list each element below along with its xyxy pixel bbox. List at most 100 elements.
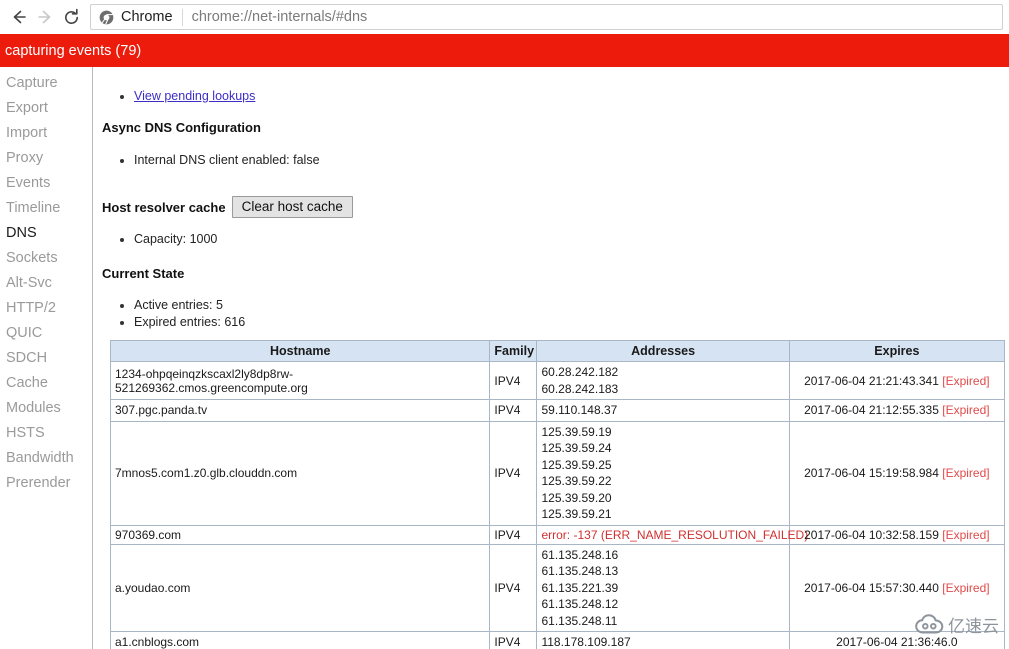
- address-line: 125.39.59.21: [541, 507, 612, 521]
- capturing-events-label: capturing events (79): [5, 42, 142, 59]
- table-header-expires: Expires: [788, 340, 1006, 362]
- capacity-list: Capacity: 1000: [94, 231, 217, 248]
- sidebar-item-export[interactable]: Export: [0, 96, 92, 121]
- expired-badge: [Expired]: [938, 373, 990, 388]
- cell-addresses: 125.39.59.19 125.39.59.24 125.39.59.25 125.…: [536, 420, 790, 526]
- cell-expires: 2017-06-04 15:19:58.984 [Expired]: [788, 420, 1006, 526]
- table-row: 307.pgc.panda.tv IPV4 59.110.148.37 2017-06…: [109, 399, 1006, 422]
- list-item: Active entries: 5: [134, 297, 245, 314]
- cell-addresses: 59.110.148.37: [536, 399, 790, 422]
- table-header-addresses: Addresses: [536, 340, 790, 362]
- clear-host-cache-button[interactable]: Clear host cache: [231, 196, 353, 218]
- address-line: 125.39.59.20: [541, 490, 612, 505]
- reload-icon: [64, 8, 78, 24]
- browser-toolbar: Chrome chrome://net-internals/#dns: [0, 0, 1009, 34]
- omnibox-url-text[interactable]: chrome://net-internals/#dns: [192, 9, 368, 25]
- sidebar-item-sockets[interactable]: Sockets: [0, 246, 92, 271]
- expires-timestamp: 2017-06-04 21:36:46.0: [836, 635, 958, 649]
- list-item: Internal DNS client enabled: false: [134, 152, 320, 169]
- async-dns-heading: Async DNS Configuration: [102, 120, 261, 135]
- sidebar-item-events[interactable]: Events: [0, 171, 92, 196]
- capturing-events-banner: capturing events (79): [0, 34, 1009, 67]
- expires-timestamp: 2017-06-04 21:21:43.341: [804, 373, 939, 388]
- cell-addresses: 60.28.242.182 60.28.242.183: [536, 361, 790, 400]
- list-item: View pending lookups: [134, 88, 255, 105]
- table-header-family: Family: [489, 340, 538, 362]
- async-dns-list: Internal DNS client enabled: false: [94, 152, 320, 169]
- expired-badge: [Expired]: [938, 466, 990, 480]
- expired-badge: [Expired]: [938, 580, 990, 595]
- cell-family: IPV4: [489, 543, 538, 632]
- dns-panel: View pending lookups Async DNS Configura…: [94, 67, 1009, 649]
- address-line: 61.135.248.16: [541, 547, 619, 562]
- host-cache-table: Hostname Family Addresses Expires 1234-ohpq…: [109, 340, 1006, 649]
- cell-addresses: error: -137 (ERR_NAME_RESOLUTION_FAILED): [536, 524, 809, 545]
- address-line: 59.110.148.37: [541, 403, 618, 417]
- resolution-error-text: error: -137 (ERR_NAME_RESOLUTION_FAILED): [541, 527, 809, 542]
- sidebar-nav: Capture Export Import Proxy Events Timeline DN…: [0, 67, 93, 649]
- address-bar[interactable]: Chrome chrome://net-internals/#dns: [90, 4, 1003, 30]
- list-item: Expired entries: 616: [134, 314, 245, 331]
- table-row: 1234-ohpqeinqzkscaxl2ly8dp8rw-521269362.…: [109, 361, 1006, 400]
- address-line: 125.39.59.24: [541, 441, 612, 455]
- cell-hostname: 1234-ohpqeinqzkscaxl2ly8dp8rw-521269362.…: [109, 361, 491, 400]
- cell-hostname: 7mnos5.com1.z0.glb.clouddn.com: [109, 420, 491, 526]
- current-state-heading: Current State: [102, 266, 185, 281]
- table-row: a1.cnblogs.com IPV4 118.178.109.187 2017-06…: [109, 631, 1006, 649]
- cell-family: IPV4: [489, 631, 538, 649]
- cell-expires: 2017-06-04 10:32:58.159 [Expired]: [788, 524, 1006, 545]
- cell-hostname: 970369.com: [109, 524, 491, 545]
- cell-family: IPV4: [489, 361, 538, 400]
- expires-timestamp: 2017-06-04 15:19:58.984: [804, 466, 939, 480]
- table-row: 970369.com IPV4 error: -137 (ERR_NAME_RESO…: [109, 524, 1006, 545]
- sidebar-item-cache[interactable]: Cache: [0, 371, 92, 396]
- address-line: 125.39.59.22: [541, 474, 612, 488]
- back-button[interactable]: [6, 4, 32, 30]
- view-pending-lookups-link[interactable]: View pending lookups: [134, 89, 255, 103]
- address-line: 118.178.109.187: [541, 635, 631, 649]
- cell-expires: 2017-06-04 21:21:43.341 [Expired]: [788, 361, 1006, 400]
- expired-badge: [Expired]: [938, 403, 990, 418]
- reload-button[interactable]: [58, 4, 84, 30]
- address-line: 60.28.242.183: [541, 381, 619, 396]
- sidebar-item-bandwidth[interactable]: Bandwidth: [0, 446, 92, 471]
- sidebar-item-hsts[interactable]: HSTS: [0, 421, 92, 446]
- sidebar-item-sdch[interactable]: SDCH: [0, 346, 92, 371]
- table-header-hostname: Hostname: [109, 340, 491, 362]
- sidebar-item-http-2[interactable]: HTTP/2: [0, 296, 92, 321]
- cell-hostname: a.youdao.com: [109, 543, 491, 632]
- cell-expires: 2017-06-04 21:36:46.0: [788, 631, 1006, 649]
- address-line: 125.39.59.19: [541, 424, 612, 439]
- table-header: Hostname Family Addresses Expires: [109, 340, 1006, 362]
- table-body: 1234-ohpqeinqzkscaxl2ly8dp8rw-521269362.…: [109, 361, 1006, 649]
- expires-timestamp: 2017-06-04 15:57:30.440: [804, 580, 939, 595]
- chrome-logo-icon: [99, 10, 114, 24]
- omnibox-separator: [181, 8, 183, 26]
- arrow-left-icon: [13, 10, 26, 24]
- cell-family: IPV4: [489, 399, 538, 422]
- address-line: 61.135.248.12: [541, 597, 619, 611]
- sidebar-item-timeline[interactable]: Timeline: [0, 196, 92, 221]
- address-line: 61.135.248.11: [541, 613, 618, 628]
- sidebar-item-prerender[interactable]: Prerender: [0, 471, 92, 496]
- list-item: Capacity: 1000: [134, 231, 217, 248]
- cell-addresses: 61.135.248.16 61.135.248.13 61.135.221.39 6…: [536, 543, 790, 632]
- address-line: 61.135.221.39: [541, 580, 619, 595]
- cell-addresses: 118.178.109.187: [536, 631, 790, 649]
- address-line: 125.39.59.25: [541, 457, 612, 472]
- omnibox-brand-label: Chrome: [121, 9, 173, 25]
- table-header-row: Hostname Family Addresses Expires: [109, 340, 1006, 362]
- sidebar-item-capture[interactable]: Capture: [0, 71, 92, 96]
- cell-expires: 2017-06-04 21:12:55.335 [Expired]: [788, 399, 1006, 422]
- sidebar-item-modules[interactable]: Modules: [0, 396, 92, 421]
- sidebar-item-quic[interactable]: QUIC: [0, 321, 92, 346]
- cell-family: IPV4: [489, 524, 538, 545]
- sidebar-item-alt-svc[interactable]: Alt-Svc: [0, 271, 92, 296]
- sidebar-item-import[interactable]: Import: [0, 121, 92, 146]
- sidebar-item-dns[interactable]: DNS: [0, 221, 92, 246]
- forward-button[interactable]: [32, 4, 58, 30]
- cell-expires: 2017-06-04 15:57:30.440 [Expired]: [788, 543, 1006, 632]
- sidebar-item-proxy[interactable]: Proxy: [0, 146, 92, 171]
- table-row: a.youdao.com IPV4 61.135.248.16 61.135.248.…: [109, 543, 1006, 632]
- arrow-right-icon: [38, 10, 51, 24]
